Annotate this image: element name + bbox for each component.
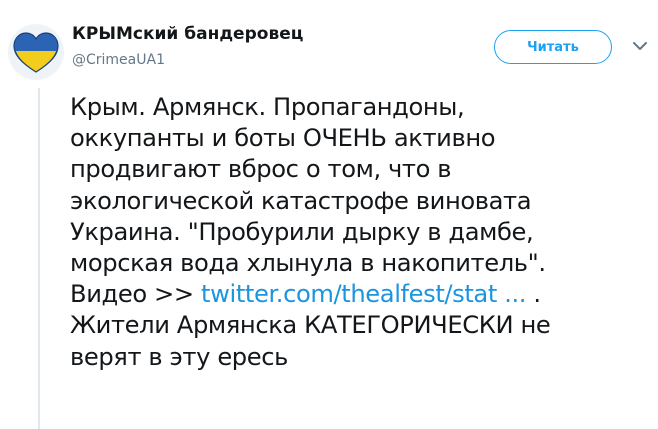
- chevron-down-icon[interactable]: [630, 36, 650, 56]
- tweet-text-line-with-link: Видео >> twitter.com/thealfest/stat ... …: [70, 279, 650, 310]
- thread-line: [38, 88, 40, 429]
- user-handle[interactable]: @CrimeaUA1: [72, 52, 165, 68]
- tweet-text-line: Жители Армянска КАТЕГОРИЧЕСКИ не: [70, 311, 551, 340]
- tweet-text-line: оккупанты и боты ОЧЕНЬ активно: [70, 124, 496, 153]
- follow-button[interactable]: Читать: [494, 30, 612, 64]
- crimea-heart-logo: [8, 24, 64, 80]
- tweet-text: Крым. Армянск. Пропагандоны, оккупанты и…: [70, 92, 650, 373]
- tweet-text-line: верят в эту ересь: [70, 342, 288, 371]
- tweet-link[interactable]: twitter.com/thealfest/stat ...: [201, 280, 526, 308]
- tweet-text-line: экологической катастрофе виновата: [70, 186, 532, 215]
- video-prefix: Видео >>: [70, 280, 202, 309]
- tweet-text-line: продвигают вброс о том, что в: [70, 155, 452, 184]
- avatar[interactable]: [8, 24, 64, 80]
- video-suffix: .: [526, 280, 541, 309]
- tweet-text-line: Крым. Армянск. Пропагандоны,: [70, 93, 465, 121]
- tweet-text-line: морская вода хлынула в накопитель".: [70, 248, 546, 277]
- tweet-text-line: Украина. "Пробурили дырку в дамбе,: [70, 217, 534, 246]
- display-name[interactable]: КРЫМский бандеровец: [72, 24, 303, 44]
